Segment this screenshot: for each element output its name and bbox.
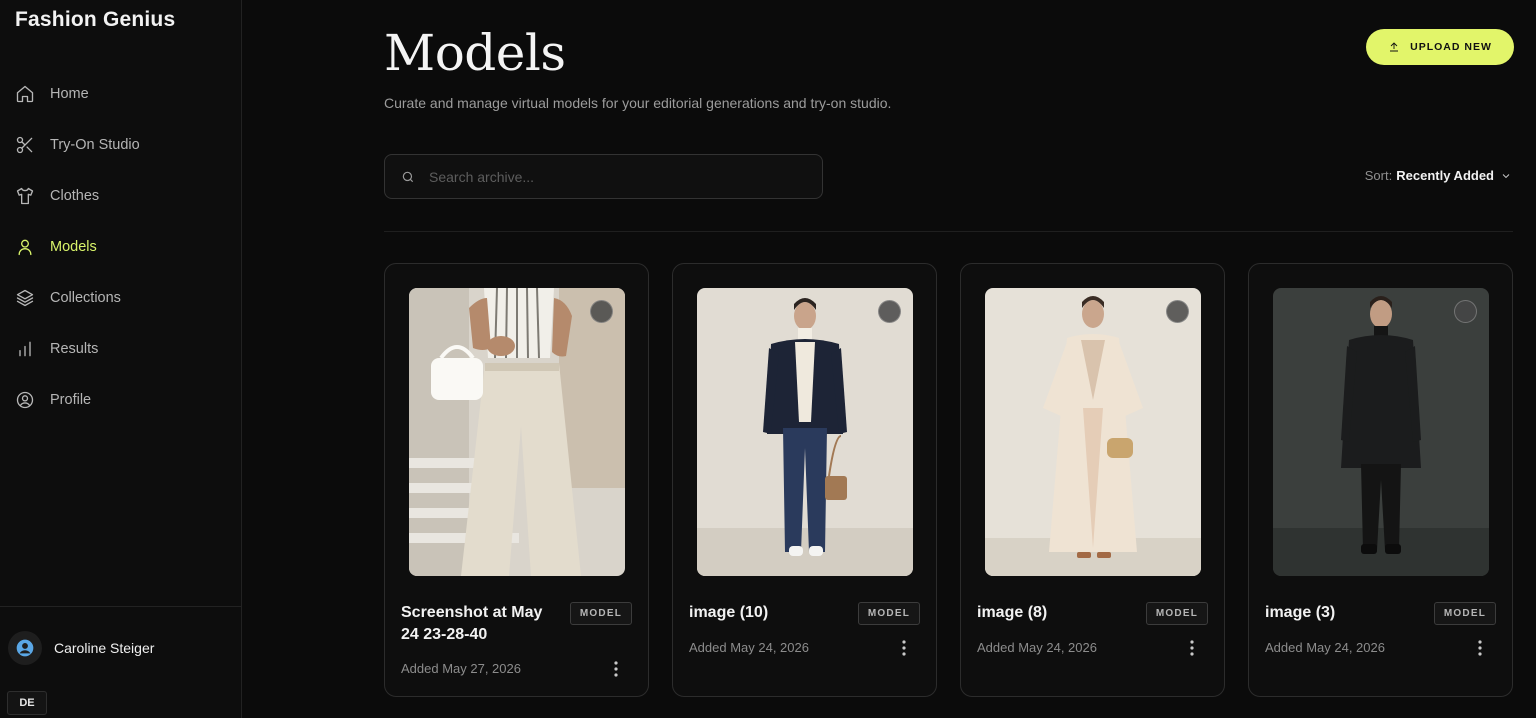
model-photo-icon <box>409 288 625 576</box>
language-switch[interactable]: DE <box>7 691 47 715</box>
sidebar-item-results[interactable]: Results <box>0 323 241 374</box>
select-toggle[interactable] <box>878 300 901 323</box>
more-vertical-icon <box>614 661 618 677</box>
brand-logo[interactable]: Fashion Genius <box>15 8 175 32</box>
sidebar-footer: Caroline Steiger DE <box>0 606 241 718</box>
upload-new-label: UPLOAD NEW <box>1410 41 1492 53</box>
search-icon <box>402 171 414 182</box>
upload-new-button[interactable]: UPLOAD NEW <box>1366 29 1514 65</box>
model-card[interactable]: Screenshot at May 24 23-28-40 MODEL Adde… <box>384 263 649 697</box>
more-vertical-icon <box>1478 640 1482 656</box>
more-options-button[interactable] <box>1472 638 1488 658</box>
model-thumbnail <box>409 288 625 576</box>
scissors-icon <box>15 135 35 155</box>
more-options-button[interactable] <box>896 638 912 658</box>
sidebar-item-models[interactable]: Models <box>0 221 241 272</box>
bar-chart-icon <box>15 339 35 359</box>
avatar <box>8 631 42 665</box>
model-name: Screenshot at May 24 23-28-40 <box>401 604 543 643</box>
model-card[interactable]: image (8) MODEL Added May 24, 2026 <box>960 263 1225 697</box>
select-toggle[interactable] <box>1454 300 1477 323</box>
sidebar-item-clothes[interactable]: Clothes <box>0 170 241 221</box>
sidebar-item-label: Results <box>50 340 99 357</box>
home-icon <box>15 84 35 104</box>
page-title: Models <box>384 24 566 82</box>
sidebar-item-label: Home <box>50 85 89 102</box>
more-options-button[interactable] <box>1184 638 1200 658</box>
sidebar-item-try-on-studio[interactable]: Try-On Studio <box>0 119 241 170</box>
sidebar-item-label: Models <box>50 238 97 255</box>
sidebar-item-collections[interactable]: Collections <box>0 272 241 323</box>
model-photo-icon <box>1273 288 1489 576</box>
model-added-date: Added May 27, 2026 <box>401 661 521 676</box>
model-name: image (10) <box>689 604 769 621</box>
sort-label: Sort: <box>1364 168 1393 183</box>
more-vertical-icon <box>902 640 906 656</box>
search-input[interactable] <box>429 168 809 185</box>
user-profile[interactable]: Caroline Steiger <box>8 631 154 665</box>
user-name: Caroline Steiger <box>54 640 155 656</box>
more-options-button[interactable] <box>608 659 624 679</box>
model-photo-icon <box>697 288 913 576</box>
model-added-date: Added May 24, 2026 <box>1265 640 1385 655</box>
model-thumbnail <box>1273 288 1489 576</box>
model-added-date: Added May 24, 2026 <box>977 640 1097 655</box>
user-icon <box>15 237 35 257</box>
model-added-date: Added May 24, 2026 <box>689 640 809 655</box>
user-circle-icon <box>15 390 35 410</box>
model-badge: MODEL <box>1145 602 1208 625</box>
model-photo-icon <box>985 288 1201 576</box>
shirt-icon <box>15 186 35 206</box>
upload-icon <box>1390 42 1399 52</box>
select-toggle[interactable] <box>590 300 613 323</box>
sidebar-nav: Home Try-On Studio Clothes Models Collec… <box>0 68 241 425</box>
sidebar-item-home[interactable]: Home <box>0 68 241 119</box>
model-badge: MODEL <box>569 602 632 625</box>
sort-value: Recently Added <box>1396 168 1494 183</box>
page-subtitle: Curate and manage virtual models for you… <box>384 95 892 111</box>
chevron-down-icon <box>1502 173 1510 178</box>
sidebar-item-label: Collections <box>50 289 121 306</box>
model-thumbnail <box>985 288 1201 576</box>
avatar-icon <box>16 639 34 657</box>
search-box <box>384 154 823 199</box>
sort-dropdown[interactable]: Sort: Recently Added <box>1365 168 1512 183</box>
select-toggle[interactable] <box>1166 300 1189 323</box>
divider <box>384 231 1513 232</box>
model-badge: MODEL <box>857 602 920 625</box>
layers-icon <box>15 288 35 308</box>
sidebar-item-label: Try-On Studio <box>50 136 140 153</box>
model-card[interactable]: image (10) MODEL Added May 24, 2026 <box>672 263 937 697</box>
model-thumbnail <box>697 288 913 576</box>
sidebar-item-profile[interactable]: Profile <box>0 374 241 425</box>
more-vertical-icon <box>1190 640 1194 656</box>
sidebar-item-label: Profile <box>50 391 92 408</box>
model-card[interactable]: image (3) MODEL Added May 24, 2026 <box>1248 263 1513 697</box>
model-badge: MODEL <box>1433 602 1496 625</box>
sidebar: Fashion Genius Home Try-On Studio Clothe… <box>0 0 242 718</box>
model-name: image (3) <box>1265 604 1336 621</box>
sidebar-item-label: Clothes <box>50 187 100 204</box>
model-name: image (8) <box>977 604 1048 621</box>
